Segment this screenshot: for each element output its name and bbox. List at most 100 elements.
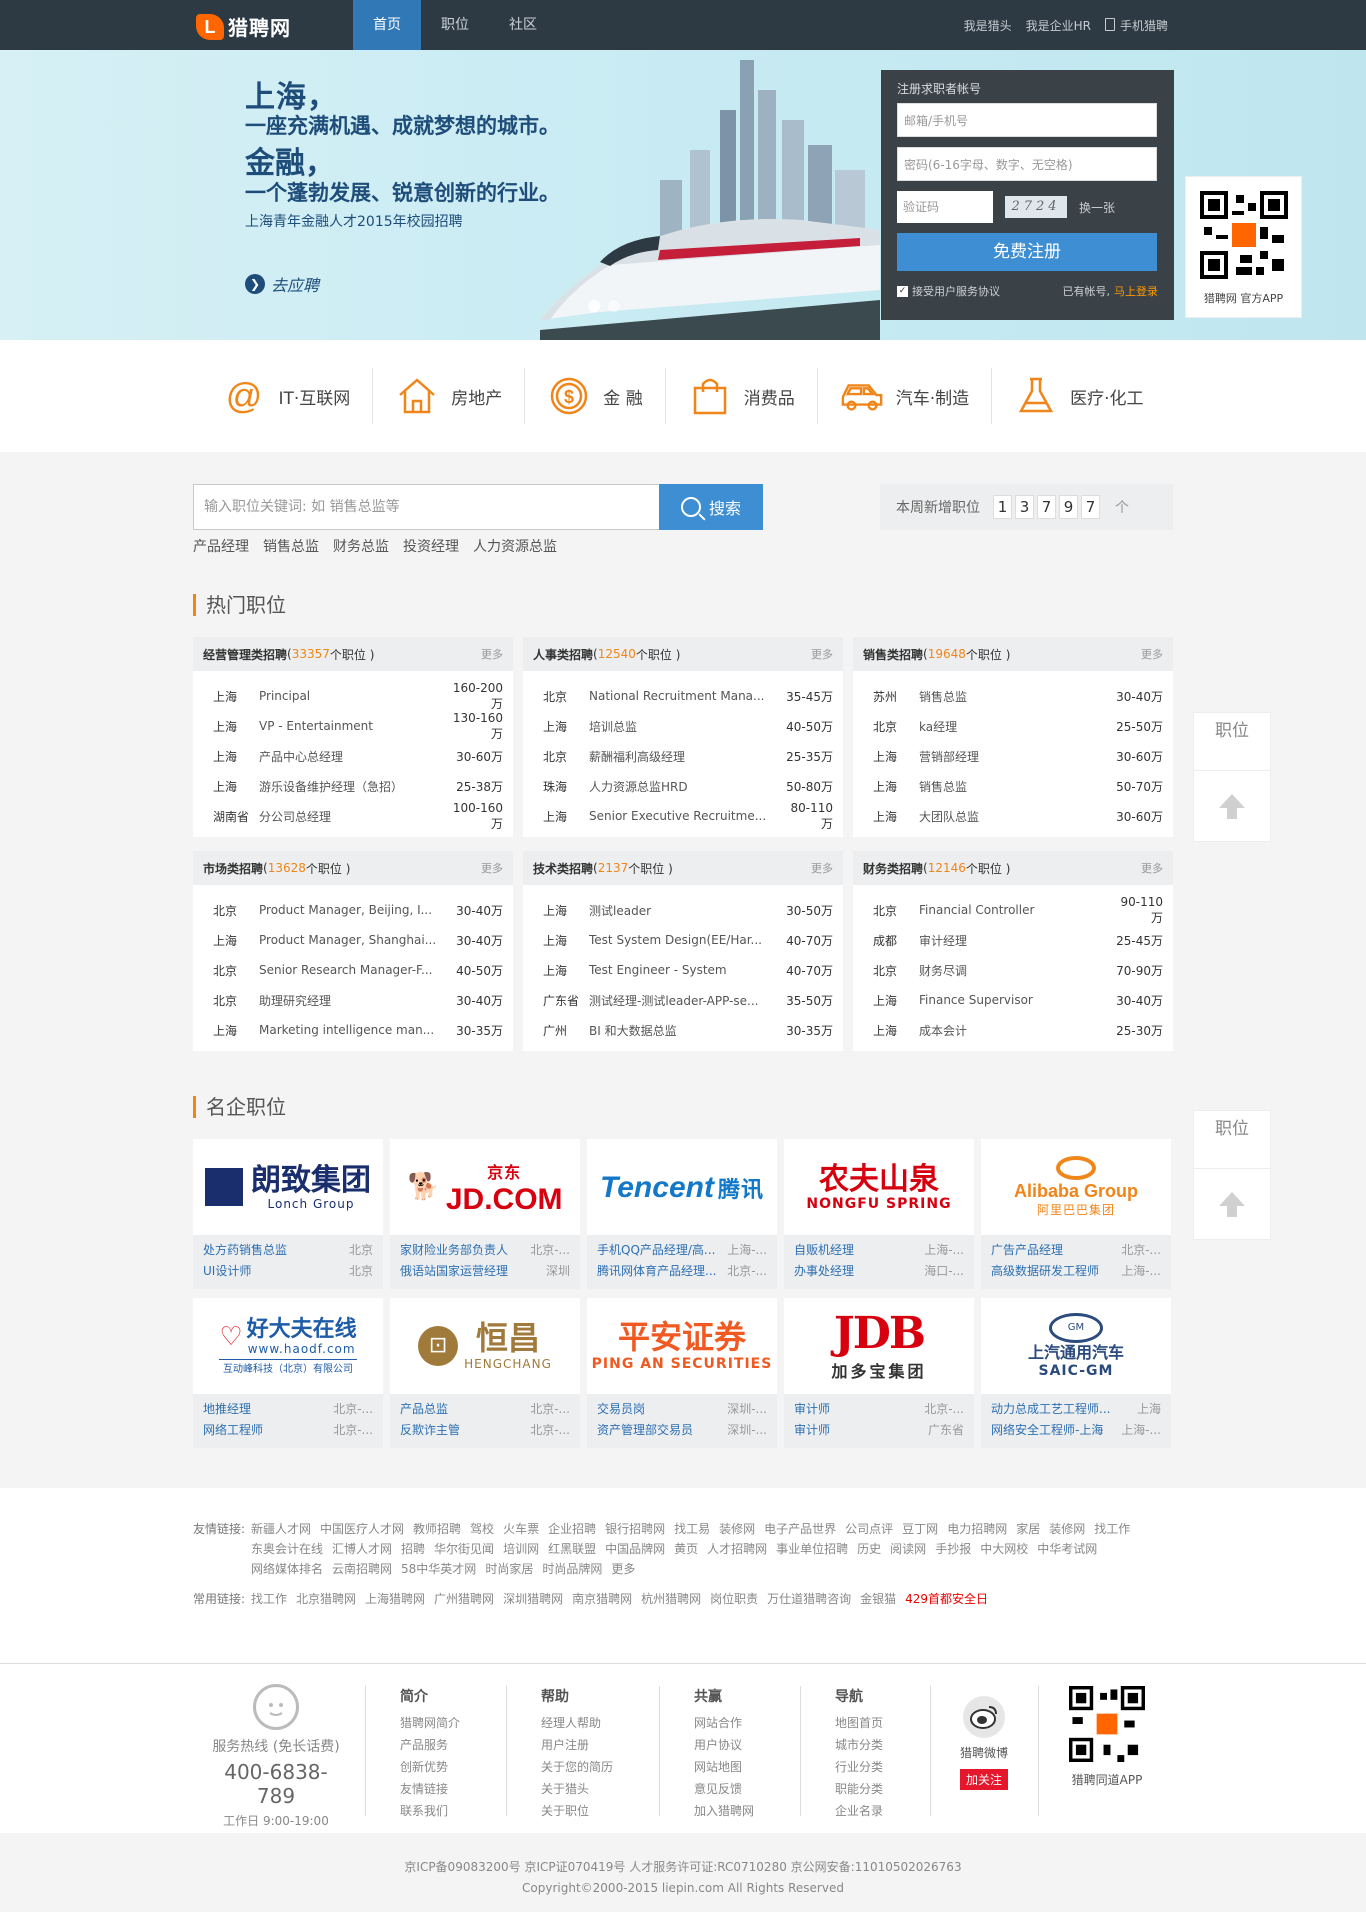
card-category-name[interactable]: 人事类招聘 xyxy=(533,646,593,663)
company-job-title[interactable]: 腾讯网体育产品经理... xyxy=(597,1262,716,1283)
company-job-row[interactable]: 交易员岗 深圳-... xyxy=(597,1400,767,1421)
friend-link[interactable]: 豆丁网 xyxy=(902,1519,938,1539)
friend-link[interactable]: 培训网 xyxy=(503,1539,539,1559)
friend-link[interactable]: 家居 xyxy=(1016,1519,1040,1539)
friend-link[interactable]: 更多 xyxy=(611,1559,635,1579)
job-title[interactable]: 销售总监 xyxy=(909,688,1109,705)
job-title[interactable]: Finance Supervisor xyxy=(909,993,1109,1007)
company-job-row[interactable]: UI设计师 北京 xyxy=(203,1262,373,1283)
category-auto[interactable]: 汽车·制造 xyxy=(818,368,993,424)
company-job-row[interactable]: 产品总监 北京-... xyxy=(400,1400,570,1421)
company-job-title[interactable]: 处方药销售总监 xyxy=(203,1241,287,1262)
company-logo[interactable]: 平安证券 PING AN SECURITIES xyxy=(592,1320,773,1372)
friend-link[interactable]: 中华考试网 xyxy=(1037,1539,1097,1559)
company-job-row[interactable]: 手机QQ产品经理/高... 上海-... xyxy=(597,1241,767,1262)
job-title[interactable]: 测试leader xyxy=(579,902,779,919)
company-job-title[interactable]: 地推经理 xyxy=(203,1400,251,1421)
company-job-row[interactable]: 俄语站国家运营经理 深圳 xyxy=(400,1262,570,1283)
job-title[interactable]: 测试经理-测试leader-APP-se... xyxy=(579,992,779,1009)
category-consumer[interactable]: 消费品 xyxy=(666,368,818,424)
company-logo[interactable]: Tencent 腾讯 xyxy=(600,1171,764,1204)
change-captcha-link[interactable]: 换一张 xyxy=(1079,199,1115,216)
job-row[interactable]: 上海 大团队总监 30-60万 xyxy=(853,801,1173,831)
footer-link[interactable]: 网站地图 xyxy=(694,1756,754,1778)
company-logo[interactable]: ⊡ 恒昌 HENGCHANG xyxy=(418,1321,552,1371)
company-job-title[interactable]: 手机QQ产品经理/高... xyxy=(597,1241,715,1262)
friend-link[interactable]: 火车票 xyxy=(503,1519,539,1539)
job-title[interactable]: 成本会计 xyxy=(909,1022,1109,1039)
company-job-title[interactable]: 交易员岗 xyxy=(597,1400,645,1421)
back-to-top-button[interactable] xyxy=(1194,1169,1270,1239)
job-title[interactable]: 游乐设备维护经理（急招） xyxy=(249,778,449,795)
friend-link[interactable]: 时尚品牌网 xyxy=(542,1559,602,1579)
company-job-title[interactable]: 审计师 xyxy=(794,1421,830,1442)
search-button[interactable]: 搜索 xyxy=(659,484,763,530)
footer-link[interactable]: 企业名录 xyxy=(835,1800,883,1822)
friend-link[interactable]: 历史 xyxy=(857,1539,881,1559)
friend-link[interactable]: 汇博人才网 xyxy=(332,1539,392,1559)
card-category-name[interactable]: 财务类招聘 xyxy=(863,860,923,877)
footer-link[interactable]: 关于职位 xyxy=(541,1800,613,1822)
footer-link[interactable]: 猎聘网简介 xyxy=(400,1712,460,1734)
job-row[interactable]: 上海 销售总监 50-70万 xyxy=(853,771,1173,801)
footer-link[interactable]: 行业分类 xyxy=(835,1756,883,1778)
job-row[interactable]: 广东省 测试经理-测试leader-APP-se... 35-50万 xyxy=(523,985,843,1015)
footer-link[interactable]: 用户协议 xyxy=(694,1734,754,1756)
register-button[interactable]: 免费注册 xyxy=(897,233,1157,271)
company-job-title[interactable]: 俄语站国家运营经理 xyxy=(400,1262,508,1283)
friend-link[interactable]: 中国医疗人才网 xyxy=(320,1519,404,1539)
footer-link[interactable]: 加入猎聘网 xyxy=(694,1800,754,1822)
job-row[interactable]: 上海 Principal 160-200万 xyxy=(193,681,513,711)
job-row[interactable]: 成都 审计经理 25-45万 xyxy=(853,925,1173,955)
job-row[interactable]: 上海 测试leader 30-50万 xyxy=(523,895,843,925)
company-job-row[interactable]: 广告产品经理 北京-... xyxy=(991,1241,1161,1262)
common-link[interactable]: 岗位职责 xyxy=(710,1589,758,1609)
company-job-title[interactable]: 产品总监 xyxy=(400,1400,448,1421)
job-title[interactable]: ka经理 xyxy=(909,718,1109,735)
company-logo[interactable]: 🐕 京东 JD.COM xyxy=(407,1159,562,1216)
company-logo-area[interactable]: JDB 加多宝集团 xyxy=(784,1298,974,1394)
friend-link[interactable]: 中大网校 xyxy=(980,1539,1028,1559)
job-title[interactable]: Marketing intelligence man... xyxy=(249,1023,449,1037)
company-job-title[interactable]: 反欺诈主管 xyxy=(400,1421,460,1442)
friend-link[interactable]: 中国品牌网 xyxy=(605,1539,665,1559)
footer-link[interactable]: 创新优势 xyxy=(400,1756,460,1778)
friend-link[interactable]: 电子产品世界 xyxy=(764,1519,836,1539)
company-job-title[interactable]: 办事处经理 xyxy=(794,1262,854,1283)
link-mobile[interactable]: 手机猎聘 xyxy=(1105,17,1168,34)
common-link[interactable]: 万仕道猎聘咨询 xyxy=(767,1589,851,1609)
agree-checkbox[interactable]: ✓ xyxy=(897,285,908,297)
common-link[interactable]: 深圳猎聘网 xyxy=(503,1589,563,1609)
nav-home[interactable]: 首页 xyxy=(353,0,421,50)
job-row[interactable]: 上海 游乐设备维护经理（急招） 25-38万 xyxy=(193,771,513,801)
apply-link[interactable]: ❯ 去应聘 xyxy=(245,272,319,296)
company-job-title[interactable]: 动力总成工艺工程师... xyxy=(991,1400,1110,1421)
hot-keyword[interactable]: 投资经理 xyxy=(403,536,459,556)
job-row[interactable]: 珠海 人力资源总监HRD 50-80万 xyxy=(523,771,843,801)
job-row[interactable]: 北京 助理研究经理 30-40万 xyxy=(193,985,513,1015)
card-more-link[interactable]: 更多 xyxy=(811,860,833,876)
job-row[interactable]: 上海 Test Engineer - System 40-70万 xyxy=(523,955,843,985)
company-job-row[interactable]: 办事处经理 海口-... xyxy=(794,1262,964,1283)
job-row[interactable]: 上海 Test System Design(EE/Har... 40-70万 xyxy=(523,925,843,955)
company-job-row[interactable]: 动力总成工艺工程师... 上海 xyxy=(991,1400,1161,1421)
side-float-jobs-link[interactable]: 职位 xyxy=(1194,1111,1270,1169)
carousel-dot-1[interactable] xyxy=(588,300,600,312)
job-title[interactable]: Principal xyxy=(249,689,449,703)
job-row[interactable]: 北京 National Recruitment Mana... 35-45万 xyxy=(523,681,843,711)
card-more-link[interactable]: 更多 xyxy=(481,646,503,662)
card-category-name[interactable]: 市场类招聘 xyxy=(203,860,263,877)
nav-community[interactable]: 社区 xyxy=(489,0,557,50)
company-job-title[interactable]: 资产管理部交易员 xyxy=(597,1421,693,1442)
job-title[interactable]: 助理研究经理 xyxy=(249,992,449,1009)
friend-link[interactable]: 公司点评 xyxy=(845,1519,893,1539)
job-title[interactable]: 分公司总经理 xyxy=(249,808,449,825)
company-logo-area[interactable]: Alibaba Group 阿里巴巴集团 xyxy=(981,1139,1171,1235)
company-logo-area[interactable]: 平安证券 PING AN SECURITIES xyxy=(587,1298,777,1394)
company-job-row[interactable]: 高级数据研发工程师 上海-... xyxy=(991,1262,1161,1283)
job-row[interactable]: 广州 BI 和大数据总监 30-35万 xyxy=(523,1015,843,1045)
common-link[interactable]: 北京猎聘网 xyxy=(296,1589,356,1609)
friend-link[interactable]: 华尔街见闻 xyxy=(434,1539,494,1559)
category-medical[interactable]: 医疗·化工 xyxy=(992,368,1165,424)
footer-link[interactable]: 城市分类 xyxy=(835,1734,883,1756)
